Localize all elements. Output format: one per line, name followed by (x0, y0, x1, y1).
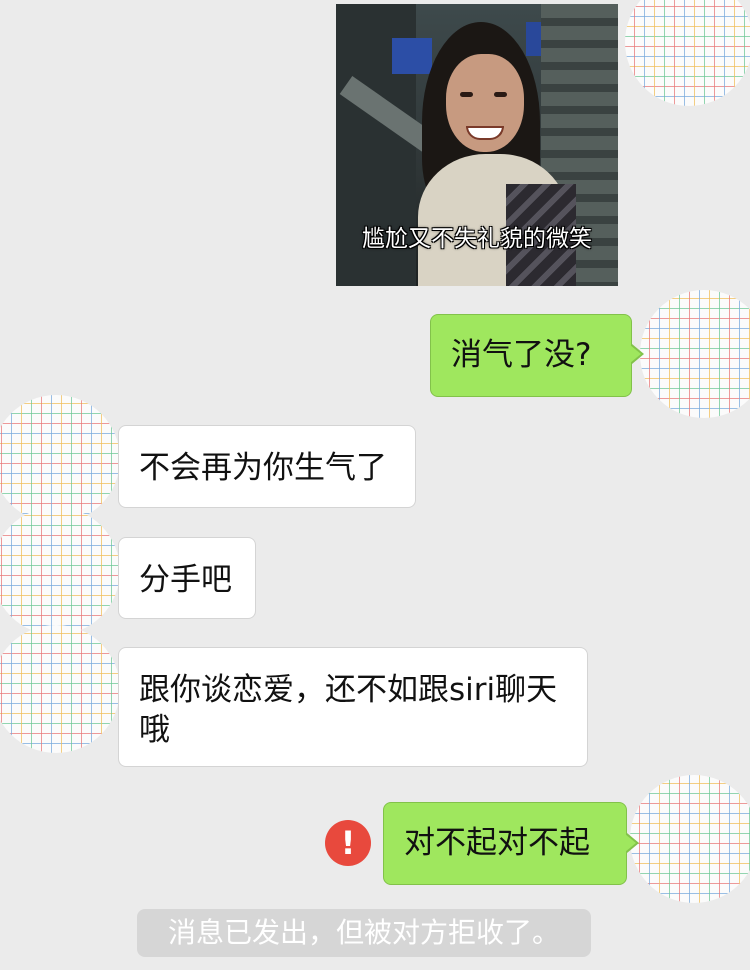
my-avatar[interactable] (630, 775, 750, 903)
system-notice: 消息已发出，但被对方拒收了。 (137, 909, 591, 957)
message-text-line: 哦 (139, 712, 170, 748)
message-text: 不会再为你生气了 (139, 450, 387, 486)
incoming-message-bubble[interactable]: 跟你谈恋爱，还不如跟siri聊天 哦 (118, 647, 588, 767)
message-text: 对不起对不起 (404, 825, 590, 861)
outgoing-message-bubble[interactable]: 对不起对不起 (383, 802, 627, 885)
incoming-message-bubble[interactable]: 不会再为你生气了 (118, 425, 416, 508)
message-text: 分手吧 (139, 562, 232, 598)
sticker-image[interactable]: 尴尬又不失礼貌的微笑 (336, 4, 618, 286)
exclamation-icon[interactable]: ! (325, 820, 371, 866)
message-text-line: 跟你谈恋爱，还不如跟siri聊天 (139, 672, 558, 708)
contact-avatar[interactable] (0, 507, 120, 635)
my-avatar[interactable] (640, 290, 750, 418)
contact-avatar[interactable] (0, 395, 120, 523)
sticker-caption: 尴尬又不失礼貌的微笑 (362, 226, 592, 252)
incoming-message-bubble[interactable]: 分手吧 (118, 537, 256, 619)
message-text: 消气了没? (451, 337, 592, 373)
contact-avatar[interactable] (0, 625, 120, 753)
my-avatar[interactable] (625, 0, 750, 106)
outgoing-message-bubble[interactable]: 消气了没? (430, 314, 632, 397)
